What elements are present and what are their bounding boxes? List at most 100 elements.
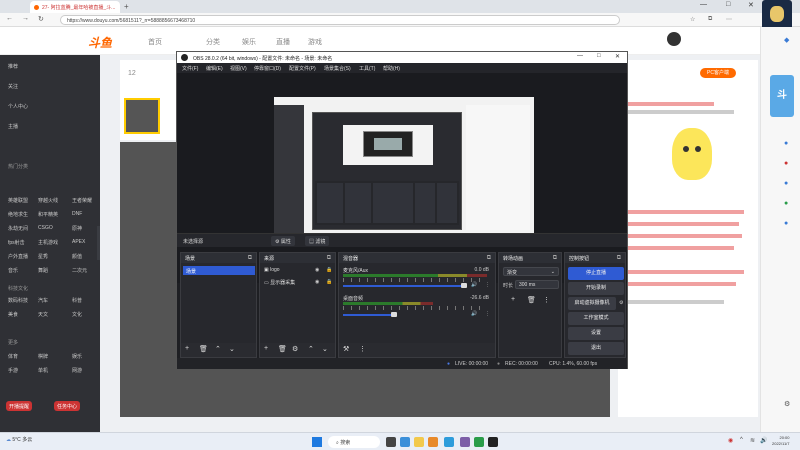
obs-close-button[interactable]: ✕ (615, 53, 620, 60)
menu-docks[interactable]: 停靠窗口(D) (254, 65, 281, 72)
pc-client-button[interactable]: PC客户端 (700, 68, 736, 78)
sidebar-category[interactable]: fps射击 (8, 239, 25, 246)
eye-icon[interactable]: ◉ (315, 279, 319, 285)
sidebar-category[interactable]: 单机 (38, 367, 48, 374)
menu-profile[interactable]: 配置文件(P) (289, 65, 316, 72)
add-icon[interactable]: + (511, 296, 515, 303)
gear-icon[interactable]: ⚙ (292, 345, 298, 353)
sidebar-category[interactable]: 舞蹈 (38, 267, 48, 274)
nav-entertainment[interactable]: 娱乐 (242, 37, 256, 47)
volume-slider-thumb[interactable] (391, 312, 397, 317)
nav-home[interactable]: 首页 (148, 37, 162, 47)
chevron-up-icon[interactable]: ⌃ (308, 345, 314, 353)
gear-icon[interactable]: ⚙ (619, 300, 623, 306)
tool-icon[interactable]: ● (784, 160, 788, 167)
lock-icon[interactable]: 🔒 (326, 279, 332, 285)
undock-icon[interactable]: ⧉ (553, 255, 557, 262)
chevron-down-icon[interactable]: ⌄ (322, 345, 328, 353)
user-avatar[interactable] (667, 32, 681, 46)
volume-slider[interactable] (343, 285, 463, 287)
sidebar-item-recommend[interactable]: 推荐 (8, 63, 18, 70)
site-logo[interactable]: 斗鱼 (88, 34, 112, 51)
app-icon[interactable] (474, 437, 484, 447)
sidebar-category[interactable]: 穿越火线 (38, 197, 58, 204)
menu-help[interactable]: 帮助(H) (383, 65, 400, 72)
settings-gear-icon[interactable]: ⚙ (784, 400, 790, 408)
volume-slider-thumb[interactable] (461, 283, 467, 288)
edge-app-icon[interactable] (400, 437, 410, 447)
sidebar-category[interactable]: 天文 (38, 311, 48, 318)
menu-file[interactable]: 文件(F) (182, 65, 198, 72)
browser-tab[interactable]: 27- 阿拉蓝腾_最年哈被直播_斗... (30, 1, 120, 13)
scene-item[interactable]: 场景 (183, 266, 255, 275)
undock-icon[interactable]: ⧉ (248, 255, 252, 262)
add-icon[interactable]: + (264, 345, 268, 352)
sidebar-category[interactable]: 和平精英 (38, 211, 58, 218)
url-field[interactable]: https://www.douyu.com/5681511?_rr=588885… (60, 15, 620, 25)
sidebar-category[interactable]: 汽车 (38, 297, 48, 304)
sidebar-category[interactable]: 音乐 (8, 267, 18, 274)
sidebar-category[interactable]: 数码科技 (8, 297, 28, 304)
sidebar-item-profile[interactable]: 个人中心 (8, 103, 28, 110)
trash-icon[interactable]: 🗑 (199, 345, 208, 353)
sidebar-category[interactable]: 美食 (8, 311, 18, 318)
wrench-icon[interactable]: ⚒ (343, 345, 349, 353)
sidebar-category[interactable]: 主机游戏 (38, 239, 58, 246)
menu-tools[interactable]: 工具(T) (359, 65, 375, 72)
live-reminder-badge[interactable]: 开播提醒 (6, 401, 33, 411)
start-virtual-camera-button[interactable]: 启动虚拟摄像机 (568, 297, 616, 310)
sidebar-category[interactable]: 手游 (8, 367, 18, 374)
tool-icon[interactable]: ● (784, 180, 788, 187)
menu-edit[interactable]: 编辑(E) (206, 65, 223, 72)
sidebar-category[interactable]: 网游 (72, 367, 82, 374)
sidebar-category[interactable]: APEX (72, 239, 85, 245)
windows-start-icon[interactable] (312, 437, 322, 447)
source-item-display-capture[interactable]: ▭ 显示器采集 (264, 279, 295, 288)
sidebar-category[interactable]: DNF (72, 211, 82, 217)
source-item-logo[interactable]: ▣ logo (264, 267, 280, 276)
obs-maximize-button[interactable]: □ (597, 53, 601, 59)
trash-icon[interactable]: 🗑 (278, 345, 287, 353)
sidebar-category[interactable]: 棋牌 (38, 353, 48, 360)
exit-button[interactable]: 退出 (568, 342, 624, 355)
volume-slider[interactable] (343, 314, 393, 316)
kebab-menu-icon[interactable]: ⋮ (485, 282, 490, 288)
explorer-app-icon[interactable] (414, 437, 424, 447)
sidebar-category[interactable]: 英雄联盟 (8, 197, 28, 204)
collections-icon[interactable]: ⧉ (708, 16, 712, 23)
volume-icon[interactable]: 🔊 (760, 437, 767, 444)
settings-button[interactable]: 设置 (568, 327, 624, 340)
sidebar-category[interactable]: 科普 (72, 297, 82, 304)
new-tab-button[interactable]: + (124, 2, 129, 11)
preview-canvas[interactable] (274, 97, 534, 245)
sidebar-category[interactable]: 原神 (72, 225, 82, 232)
douyu-promo-badge[interactable]: 斗 (770, 75, 794, 117)
start-recording-button[interactable]: 开始录制 (568, 282, 624, 295)
properties-button[interactable]: ⚙ 属性 (271, 236, 295, 246)
task-center-badge[interactable]: 任务中心 (54, 401, 81, 411)
undock-icon[interactable]: ⧉ (327, 255, 331, 262)
back-icon[interactable]: ← (6, 15, 13, 22)
menu-scene-collection[interactable]: 场景集合(S) (324, 65, 351, 72)
settings-more-icon[interactable]: ⋯ (726, 16, 732, 23)
maximize-button[interactable]: □ (726, 1, 730, 8)
nav-category[interactable]: 分类 (206, 37, 220, 47)
duration-spinbox[interactable]: 300 ms (515, 280, 559, 289)
nav-games[interactable]: 游戏 (308, 37, 322, 47)
chevron-down-icon[interactable]: ⌄ (229, 345, 235, 353)
taskbar-search[interactable]: ⌕ 搜索 (328, 436, 380, 448)
streamer-avatar[interactable] (124, 98, 160, 134)
obs-minimize-button[interactable]: — (577, 53, 583, 59)
obs-app-icon[interactable] (488, 437, 498, 447)
app-icon[interactable] (460, 437, 470, 447)
sidebar-item-follow[interactable]: 关注 (8, 83, 18, 90)
tray-app-icon[interactable]: ◉ (728, 437, 733, 444)
tool-icon[interactable]: ● (784, 220, 788, 227)
filters-button[interactable]: ▤ 滤镜 (305, 236, 330, 246)
transition-select[interactable]: 渐变 ⌄ (503, 267, 559, 276)
sidebar-category[interactable]: CSGO (38, 225, 53, 231)
undock-icon[interactable]: ⧉ (617, 255, 621, 262)
close-button[interactable]: ✕ (748, 1, 754, 9)
tool-icon[interactable]: ● (784, 200, 788, 207)
add-icon[interactable]: + (185, 345, 189, 352)
